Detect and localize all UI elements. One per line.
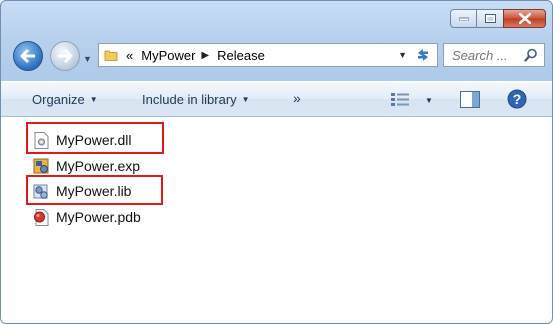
organize-label: Organize <box>32 92 85 107</box>
forward-button[interactable] <box>50 41 80 71</box>
pdb-file-icon <box>34 208 49 226</box>
refresh-icon[interactable] <box>415 47 431 63</box>
file-list-pane: MyPower.dll MyPower.exp MyPower.lib MyPo… <box>1 117 552 323</box>
back-button[interactable] <box>13 41 43 71</box>
exp-file-icon <box>33 158 49 173</box>
address-overflow-chevron[interactable]: « <box>126 48 133 63</box>
preview-pane-icon <box>460 91 480 108</box>
include-in-library-label: Include in library <box>142 92 237 107</box>
breadcrumb-mypower[interactable]: MyPower <box>141 48 195 63</box>
recent-pages-dropdown[interactable]: ▼ <box>83 54 92 64</box>
maximize-button[interactable] <box>477 9 503 28</box>
preview-pane-button[interactable] <box>460 91 480 108</box>
highlight-box-dll <box>26 122 164 154</box>
highlight-box-lib <box>26 175 163 205</box>
chevron-down-icon: ▼ <box>425 95 433 105</box>
include-in-library-button[interactable]: Include in library ▼ <box>142 92 250 107</box>
help-button[interactable]: ? <box>507 89 527 109</box>
more-commands-label: » <box>293 90 301 106</box>
explorer-window: ▼ « MyPower ▶ Release ▼ Organize ▼ Inclu… <box>0 0 553 324</box>
more-commands-button[interactable]: » <box>293 90 301 106</box>
file-name: MyPower.exp <box>56 158 141 174</box>
breadcrumb-release[interactable]: Release <box>217 48 265 63</box>
minimize-button[interactable] <box>450 9 477 28</box>
close-button[interactable] <box>503 9 546 28</box>
command-bar: Organize ▼ Include in library ▼ » ▼ ? <box>1 81 552 117</box>
search-box[interactable] <box>443 43 545 67</box>
details-view-icon <box>391 93 409 106</box>
folder-icon <box>104 50 118 61</box>
chevron-down-icon: ▼ <box>89 95 98 104</box>
caption-buttons <box>450 9 546 28</box>
forward-arrow-icon <box>58 49 73 63</box>
list-item[interactable]: MyPower.pdb <box>33 207 141 227</box>
back-arrow-icon <box>20 49 35 63</box>
organize-button[interactable]: Organize ▼ <box>32 92 98 107</box>
search-icon[interactable] <box>524 48 538 62</box>
help-icon: ? <box>507 89 527 109</box>
file-name: MyPower.pdb <box>56 209 141 225</box>
search-input[interactable] <box>450 46 528 64</box>
chevron-down-icon: ▼ <box>241 95 250 104</box>
svg-text:?: ? <box>513 91 522 107</box>
breadcrumb-separator-icon[interactable]: ▶ <box>201 50 209 61</box>
minimize-icon <box>458 17 469 21</box>
change-view-button[interactable]: ▼ <box>390 92 433 108</box>
address-history-dropdown[interactable]: ▼ <box>398 46 407 64</box>
address-bar[interactable]: « MyPower ▶ Release ▼ <box>98 43 438 67</box>
close-icon <box>518 13 531 24</box>
list-item[interactable]: MyPower.exp <box>33 156 140 176</box>
maximize-icon <box>484 14 496 23</box>
